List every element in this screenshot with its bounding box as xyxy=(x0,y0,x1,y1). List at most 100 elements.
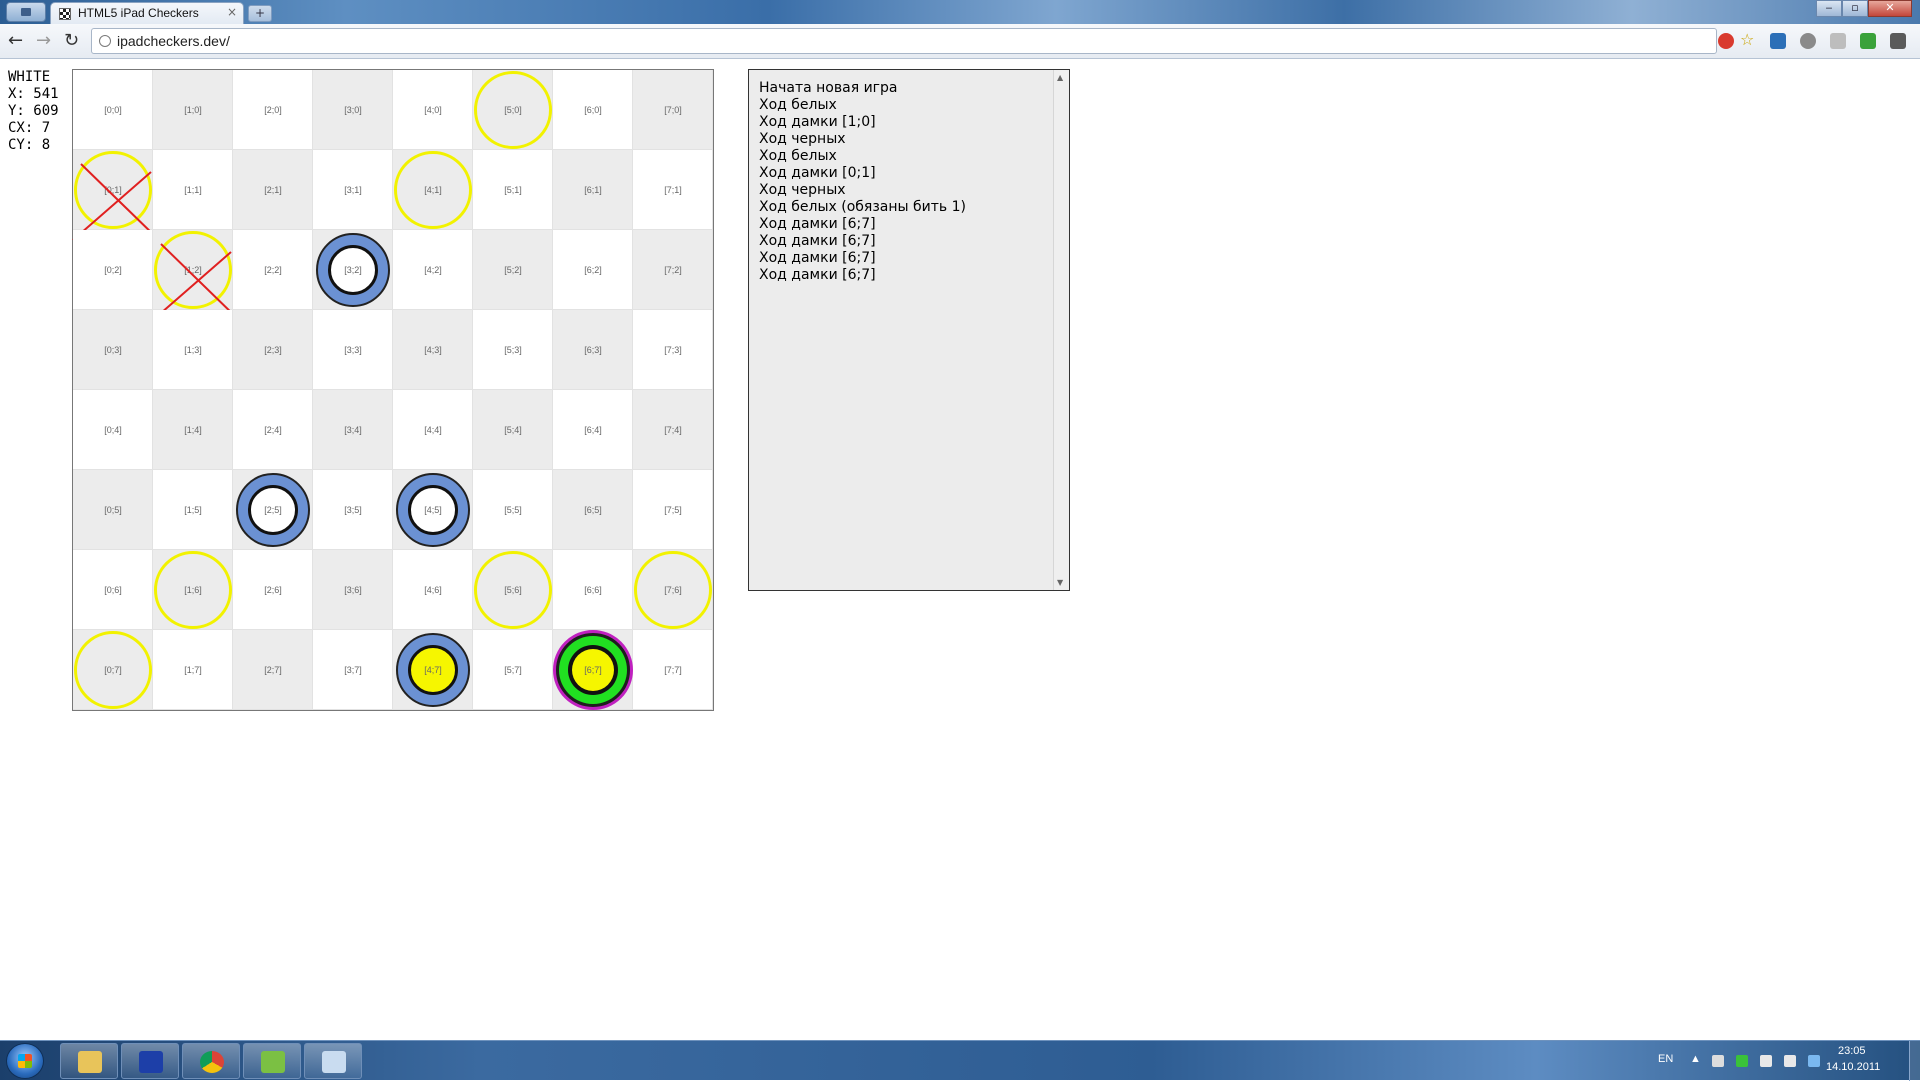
board-cell[interactable]: [5;1] xyxy=(473,150,553,230)
board-cell[interactable]: [6;2] xyxy=(553,230,633,310)
board-cell[interactable]: [5;6] xyxy=(473,550,553,630)
new-tab-button[interactable]: + xyxy=(248,5,272,22)
board-cell[interactable]: [4;7] xyxy=(393,630,473,710)
board-cell[interactable]: [1;5] xyxy=(153,470,233,550)
tray-expand-icon[interactable]: ▲ xyxy=(1690,1053,1701,1065)
board-cell[interactable]: [7;0] xyxy=(633,70,713,150)
board-cell[interactable]: [5;4] xyxy=(473,390,553,470)
board-cell[interactable]: [7;7] xyxy=(633,630,713,710)
board-cell[interactable]: [0;4] xyxy=(73,390,153,470)
minimize-button[interactable]: ‒ xyxy=(1816,0,1842,17)
board-cell[interactable]: [3;7] xyxy=(313,630,393,710)
clock-date[interactable]: 14.10.2011 xyxy=(1826,1061,1880,1073)
extension-x-icon[interactable] xyxy=(1770,33,1786,49)
board-cell[interactable]: [7;2] xyxy=(633,230,713,310)
board-cell[interactable]: [2;7] xyxy=(233,630,313,710)
board-cell[interactable]: [0;7] xyxy=(73,630,153,710)
board-cell[interactable]: [6;5] xyxy=(553,470,633,550)
board-cell[interactable]: [1;4] xyxy=(153,390,233,470)
taskbar-explorer[interactable] xyxy=(60,1043,118,1079)
tab-close-icon[interactable]: × xyxy=(227,5,237,19)
show-desktop-button[interactable] xyxy=(1909,1041,1920,1081)
keyboard-layout-icon[interactable] xyxy=(1712,1055,1724,1067)
board-cell[interactable]: [4;0] xyxy=(393,70,473,150)
board-cell[interactable]: [1;0] xyxy=(153,70,233,150)
board-cell[interactable]: [1;2] xyxy=(152,230,240,321)
scroll-down-icon[interactable]: ▼ xyxy=(1057,578,1063,587)
board-cell[interactable]: [2;5] xyxy=(233,470,313,550)
network-icon[interactable] xyxy=(1760,1055,1772,1067)
checkers-board[interactable]: [0;0] [1;0] [2;0] [3;0] [4;0] [5;0] [6;0] [7;0]… xyxy=(72,69,714,711)
board-cell[interactable]: [0;0] xyxy=(73,70,153,150)
board-cell[interactable]: [3;2] xyxy=(313,230,393,310)
address-bar[interactable]: ipadcheckers.dev/ xyxy=(91,28,1717,54)
board-cell[interactable]: [4;5] xyxy=(393,470,473,550)
maximize-button[interactable]: ▫ xyxy=(1842,0,1868,17)
board-cell[interactable]: [5;0] xyxy=(473,70,553,150)
board-cell[interactable]: [3;1] xyxy=(313,150,393,230)
board-cell[interactable]: [3;6] xyxy=(313,550,393,630)
board-cell[interactable]: [6;7] xyxy=(553,630,633,710)
board-cell[interactable]: [3;5] xyxy=(313,470,393,550)
adblock-icon[interactable] xyxy=(1718,33,1734,49)
board-cell[interactable]: [3;3] xyxy=(313,310,393,390)
board-cell[interactable]: [3;0] xyxy=(313,70,393,150)
language-indicator[interactable]: EN xyxy=(1658,1053,1673,1065)
board-cell[interactable]: [6;1] xyxy=(553,150,633,230)
board-cell[interactable]: [2;1] xyxy=(233,150,313,230)
board-cell[interactable]: [6;4] xyxy=(553,390,633,470)
forward-arrow-icon[interactable]: → xyxy=(36,31,51,51)
volume-icon[interactable] xyxy=(1784,1055,1796,1067)
board-cell[interactable]: [7;6] xyxy=(633,550,713,630)
extension-grid-icon[interactable] xyxy=(1830,33,1846,49)
taskbar-save-app[interactable] xyxy=(121,1043,179,1079)
start-button[interactable] xyxy=(6,1043,44,1079)
board-cell[interactable]: [4;4] xyxy=(393,390,473,470)
board-cell[interactable]: [5;2] xyxy=(473,230,553,310)
close-window-button[interactable]: ✕ xyxy=(1868,0,1912,17)
board-cell[interactable]: [4;6] xyxy=(393,550,473,630)
taskbar-chrome[interactable] xyxy=(182,1043,240,1079)
browser-tab[interactable]: HTML5 iPad Checkers × xyxy=(50,2,244,24)
board-cell[interactable]: [6;6] xyxy=(553,550,633,630)
board-cell[interactable]: [7;5] xyxy=(633,470,713,550)
messenger-tray-icon[interactable] xyxy=(1736,1055,1748,1067)
clock-time[interactable]: 23:05 xyxy=(1838,1045,1866,1057)
board-cell[interactable]: [0;6] xyxy=(73,550,153,630)
log-scrollbar[interactable]: ▲ ▼ xyxy=(1053,70,1069,590)
board-cell[interactable]: [3;4] xyxy=(313,390,393,470)
taskbar-notepad[interactable] xyxy=(243,1043,301,1079)
board-cell[interactable]: [5;5] xyxy=(473,470,553,550)
board-cell[interactable]: [4;3] xyxy=(393,310,473,390)
url-text[interactable]: ipadcheckers.dev/ xyxy=(117,33,230,49)
bookmark-star-icon[interactable]: ☆ xyxy=(1740,32,1756,49)
board-cell[interactable]: [0;1] xyxy=(72,150,160,241)
board-cell[interactable]: [4;2] xyxy=(393,230,473,310)
extension-green-icon[interactable] xyxy=(1860,33,1876,49)
board-cell[interactable]: [1;6] xyxy=(153,550,233,630)
back-arrow-icon[interactable]: ← xyxy=(8,31,23,51)
board-cell[interactable]: [2;3] xyxy=(233,310,313,390)
board-cell[interactable]: [0;3] xyxy=(73,310,153,390)
board-cell[interactable]: [2;2] xyxy=(233,230,313,310)
board-cell[interactable]: [0;2] xyxy=(73,230,153,310)
board-cell[interactable]: [1;7] xyxy=(153,630,233,710)
reload-icon[interactable]: ↻ xyxy=(64,31,79,51)
board-cell[interactable]: [7;3] xyxy=(633,310,713,390)
board-cell[interactable]: [5;7] xyxy=(473,630,553,710)
board-cell[interactable]: [2;6] xyxy=(233,550,313,630)
board-cell[interactable]: [6;3] xyxy=(553,310,633,390)
page-info-icon[interactable] xyxy=(99,35,111,47)
board-cell[interactable]: [2;4] xyxy=(233,390,313,470)
board-cell[interactable]: [6;0] xyxy=(553,70,633,150)
wrench-icon[interactable] xyxy=(1890,33,1906,49)
game-log[interactable]: Начата новая игра Ход белых Ход дамки [1;0… xyxy=(748,69,1070,591)
board-cell[interactable]: [4;1] xyxy=(393,150,473,230)
board-cell[interactable]: [1;1] xyxy=(153,150,233,230)
browser-menu-button[interactable] xyxy=(6,2,46,22)
board-cell[interactable]: [5;3] xyxy=(473,310,553,390)
scroll-up-icon[interactable]: ▲ xyxy=(1057,73,1063,82)
board-cell[interactable]: [7;1] xyxy=(633,150,713,230)
taskbar-cube-app[interactable] xyxy=(304,1043,362,1079)
dropbox-tray-icon[interactable] xyxy=(1808,1055,1820,1067)
